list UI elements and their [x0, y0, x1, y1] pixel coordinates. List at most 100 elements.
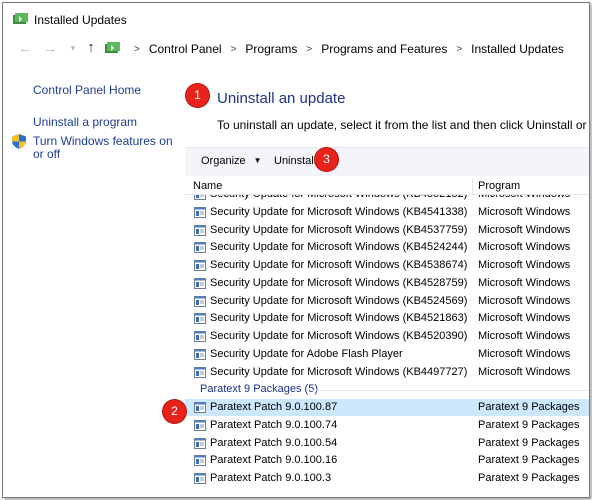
group-divider [310, 390, 589, 392]
breadcrumb-programs[interactable]: Programs [245, 42, 297, 56]
update-file-icon [194, 295, 206, 310]
updates-list: Security Update for Microsoft Windows (K… [185, 195, 589, 497]
uninstall-button[interactable]: Uninstall [274, 155, 316, 167]
breadcrumb-installed-updates[interactable]: Installed Updates [471, 42, 564, 56]
list-item[interactable]: Security Update for Adobe Flash Player Mi… [185, 346, 589, 363]
list-item[interactable]: Paratext Patch 9.0.100.87 Paratext 9 Pack… [185, 399, 589, 416]
update-program: Microsoft Windows [478, 223, 571, 236]
breadcrumb-separator[interactable]: > [456, 44, 462, 55]
navigation-pane: Control Panel Home Uninstall a program T… [3, 71, 181, 497]
column-name-header[interactable]: Name [193, 180, 222, 192]
breadcrumb-programs-and-features[interactable]: Programs and Features [321, 42, 447, 56]
update-name: Security Update for Microsoft Windows (K… [210, 294, 468, 307]
update-program: Paratext 9 Packages [478, 418, 580, 431]
breadcrumb[interactable]: > Control Panel > Programs > Programs an… [105, 37, 564, 61]
recent-locations-icon[interactable]: ▾ [65, 40, 81, 56]
control-panel-icon [105, 41, 121, 57]
group-header[interactable]: Paratext 9 Packages (5) [185, 381, 589, 398]
update-program: Microsoft Windows [478, 259, 571, 271]
update-name: Paratext Patch 9.0.100.54 [210, 436, 338, 449]
update-program: Microsoft Windows [478, 241, 571, 254]
update-file-icon [194, 419, 206, 434]
update-program: Microsoft Windows [478, 330, 571, 342]
update-name: Security Update for Microsoft Windows (K… [210, 205, 468, 218]
column-divider[interactable] [472, 178, 473, 194]
step-badge-1: 1 [186, 84, 209, 107]
organize-button[interactable]: Organize ▼ [201, 155, 262, 167]
update-file-icon [194, 402, 206, 416]
instruction-text: To uninstall an update, select it from t… [217, 118, 589, 132]
control-panel-home-link[interactable]: Control Panel Home [33, 83, 141, 97]
update-program: Paratext 9 Packages [478, 472, 580, 484]
update-file-icon [194, 313, 206, 327]
update-name: Security Update for Microsoft Windows (K… [210, 223, 468, 236]
list-item[interactable]: Security Update for Microsoft Windows (K… [185, 239, 589, 256]
update-file-icon [194, 348, 206, 363]
list-item[interactable]: Security Update for Microsoft Windows (K… [185, 293, 589, 310]
update-name: Security Update for Microsoft Windows (K… [210, 312, 468, 325]
breadcrumb-separator[interactable]: > [134, 44, 140, 55]
list-item[interactable]: Paratext Patch 9.0.100.74 Paratext 9 Pack… [185, 417, 589, 434]
chevron-down-icon: ▼ [253, 156, 262, 165]
column-program-header[interactable]: Program [478, 180, 520, 192]
update-file-icon [194, 437, 206, 452]
windows-features-link[interactable]: Turn Windows features on or off [33, 135, 173, 161]
update-program: Paratext 9 Packages [478, 454, 580, 467]
update-program: Microsoft Windows [478, 276, 571, 289]
list-item[interactable]: Security Update for Microsoft Windows (K… [185, 310, 589, 327]
update-program: Microsoft Windows [478, 294, 571, 307]
update-file-icon [194, 366, 206, 381]
list-item[interactable]: Security Update for Microsoft Windows (K… [185, 275, 589, 292]
breadcrumb-separator[interactable]: > [306, 44, 312, 55]
up-arrow-icon[interactable]: ↑ [83, 40, 99, 56]
update-file-icon [194, 331, 206, 345]
update-program: Microsoft Windows [478, 312, 571, 325]
update-file-icon [194, 224, 206, 239]
update-file-icon [194, 277, 206, 292]
breadcrumb-separator[interactable]: > [231, 44, 237, 55]
update-name: Security Update for Microsoft Windows (K… [210, 259, 468, 271]
step-badge-3: 3 [315, 148, 338, 171]
update-file-icon [194, 206, 206, 221]
list-item[interactable]: Security Update for Microsoft Windows (K… [185, 328, 589, 345]
title-bar: Installed Updates [3, 3, 589, 33]
window-title: Installed Updates [34, 13, 127, 27]
update-file-icon [194, 195, 206, 203]
update-name: Paratext Patch 9.0.100.74 [210, 418, 338, 431]
list-item[interactable]: Security Update for Microsoft Windows (K… [185, 364, 589, 381]
update-name: Security Update for Adobe Flash Player [210, 347, 403, 360]
group-label: Paratext 9 Packages (5) [200, 383, 319, 396]
update-program: Microsoft Windows [478, 347, 571, 360]
update-name: Security Update for Microsoft Windows (K… [210, 365, 468, 378]
forward-arrow-icon[interactable]: → [42, 40, 58, 56]
update-program: Microsoft Windows [478, 195, 570, 200]
command-bar: Organize ▼ Uninstall [185, 147, 589, 176]
breadcrumb-control-panel[interactable]: Control Panel [149, 42, 222, 56]
organize-label: Organize [201, 155, 246, 167]
installed-updates-icon [13, 13, 29, 28]
address-row: ← → ▾ ↑ > Control Panel > Programs > Pro… [3, 37, 589, 61]
step-badge-2: 2 [163, 400, 186, 423]
update-program: Microsoft Windows [478, 205, 571, 218]
update-program: Paratext 9 Packages [478, 401, 580, 413]
page-title: Uninstall an update [217, 90, 346, 107]
list-item[interactable]: Paratext Patch 9.0.100.3 Paratext 9 Packa… [185, 470, 589, 487]
list-item[interactable]: Security Update for Microsoft Windows (K… [185, 257, 589, 274]
list-item[interactable]: Security Update for Microsoft Windows (K… [185, 222, 589, 239]
column-header: Name Program [185, 178, 589, 195]
update-name: Security Update for Microsoft Windows (K… [210, 330, 468, 342]
update-name: Paratext Patch 9.0.100.16 [210, 454, 338, 467]
list-item[interactable]: Paratext Patch 9.0.100.16 Paratext 9 Pack… [185, 452, 589, 469]
update-file-icon [194, 260, 206, 274]
main-pane: Uninstall an update To uninstall an upda… [181, 71, 589, 497]
update-name: Security Update for Microsoft Windows (K… [210, 241, 468, 254]
list-item[interactable]: Paratext Patch 9.0.100.54 Paratext 9 Pack… [185, 435, 589, 452]
uninstall-a-program-link[interactable]: Uninstall a program [33, 115, 137, 129]
list-item[interactable]: Security Update for Microsoft Windows (K… [185, 195, 589, 203]
uac-shield-icon [12, 134, 26, 152]
update-file-icon [194, 242, 206, 256]
back-arrow-icon[interactable]: ← [17, 40, 33, 56]
update-file-icon [194, 473, 206, 487]
update-program: Paratext 9 Packages [478, 436, 580, 449]
list-item[interactable]: Security Update for Microsoft Windows (K… [185, 204, 589, 221]
